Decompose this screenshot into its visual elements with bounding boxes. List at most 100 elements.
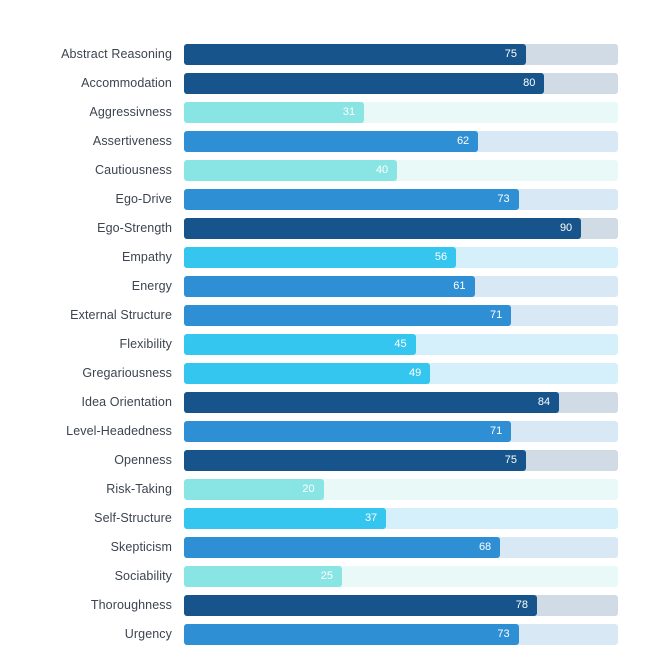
bar-fill: 31: [184, 102, 365, 123]
bar-chart: Abstract Reasoning 75 Accommodation 80 Aggre…: [0, 0, 650, 670]
bar-fill: 68: [184, 537, 501, 558]
bar-row-label: Energy: [131, 279, 172, 294]
bar-chart-row: Empathy 56: [0, 243, 650, 272]
bar-value-label: 71: [490, 425, 503, 437]
bar-value-label: 45: [394, 338, 407, 350]
bar-row-label: Skepticism: [110, 540, 172, 555]
bar-fill: 62: [184, 131, 479, 152]
bar-track-wrapper: 75: [184, 44, 618, 65]
bar-row-label: Abstract Reasoning: [61, 47, 172, 62]
bar-track-wrapper: 75: [184, 450, 618, 471]
bar-track-wrapper: 68: [184, 537, 618, 558]
bar-chart-rows: Abstract Reasoning 75 Accommodation 80 Aggre…: [0, 40, 650, 649]
bar-chart-row: Gregariousness 49: [0, 359, 650, 388]
bar-row-label: Accommodation: [81, 76, 172, 91]
bar-track-wrapper: 90: [184, 218, 618, 239]
bar-row-label: Gregariousness: [82, 366, 172, 381]
bar-track-wrapper: 31: [184, 102, 618, 123]
bar-chart-row: Skepticism 68: [0, 533, 650, 562]
bar-value-label: 73: [497, 628, 510, 640]
bar-fill: 45: [184, 334, 416, 355]
bar-track-wrapper: 73: [184, 624, 618, 645]
bar-value-label: 75: [504, 48, 517, 60]
bar-track-wrapper: 80: [184, 73, 618, 94]
bar-value-label: 84: [537, 396, 551, 408]
bar-value-label: 73: [497, 193, 510, 205]
bar-value-label: 78: [515, 599, 528, 611]
bar-fill: 61: [184, 276, 475, 297]
bar-fill: 78: [184, 595, 537, 616]
bar-value-label: 71: [490, 309, 503, 321]
bar-chart-row: Thoroughness 78: [0, 591, 650, 620]
bar-chart-row: Aggressivness 31: [0, 98, 650, 127]
bar-fill: 56: [184, 247, 457, 268]
bar-track-wrapper: 73: [184, 189, 618, 210]
bar-chart-row: Accommodation 80: [0, 69, 650, 98]
bar-track-wrapper: 84: [184, 392, 618, 413]
bar-value-label: 25: [320, 570, 333, 582]
bar-value-label: 68: [478, 541, 492, 553]
bar-row-label: Empathy: [121, 250, 172, 265]
bar-fill: 80: [184, 73, 545, 94]
bar-value-label: 56: [434, 251, 448, 263]
bar-value-label: 31: [342, 106, 356, 118]
bar-chart-row: Assertiveness 62: [0, 127, 650, 156]
bar-chart-row: Risk-Taking 20: [0, 475, 650, 504]
bar-chart-row: Flexibility 45: [0, 330, 650, 359]
bar-track-wrapper: 20: [184, 479, 618, 500]
bar-track-wrapper: 62: [184, 131, 618, 152]
bar-value-label: 90: [559, 222, 573, 234]
bar-fill: 75: [184, 44, 526, 65]
bar-track-wrapper: 61: [184, 276, 618, 297]
bar-fill: 37: [184, 508, 387, 529]
bar-value-label: 49: [409, 367, 422, 379]
bar-value-label: 37: [364, 512, 378, 524]
bar-row-label: Risk-Taking: [106, 482, 172, 497]
bar-value-label: 20: [302, 483, 315, 495]
bar-chart-row: Ego-Strength 90: [0, 214, 650, 243]
bar-track-wrapper: 45: [184, 334, 618, 355]
bar-value-label: 40: [375, 164, 389, 176]
bar-row-label: Self-Structure: [94, 511, 172, 526]
bar-chart-row: Idea Orientation 84: [0, 388, 650, 417]
bar-fill: 73: [184, 189, 519, 210]
bar-fill: 71: [184, 305, 512, 326]
bar-row-label: Urgency: [124, 627, 172, 642]
bar-row-label: Idea Orientation: [81, 395, 172, 410]
bar-chart-row: Energy 61: [0, 272, 650, 301]
bar-chart-row: Openness 75: [0, 446, 650, 475]
bar-fill: 40: [184, 160, 398, 181]
bar-row-label: Sociability: [114, 569, 172, 584]
bar-row-label: Cautiousness: [95, 163, 172, 178]
bar-track-wrapper: 25: [184, 566, 618, 587]
bar-track-wrapper: 56: [184, 247, 618, 268]
bar-fill: 73: [184, 624, 519, 645]
bar-chart-row: Urgency 73: [0, 620, 650, 649]
bar-value-label: 75: [504, 454, 517, 466]
bar-fill: 25: [184, 566, 342, 587]
bar-fill: 75: [184, 450, 526, 471]
bar-track-wrapper: 37: [184, 508, 618, 529]
bar-row-label: Aggressivness: [89, 105, 172, 120]
bar-value-label: 62: [456, 135, 470, 147]
bar-track-wrapper: 78: [184, 595, 618, 616]
bar-fill: 71: [184, 421, 512, 442]
bar-chart-row: External Structure 71: [0, 301, 650, 330]
bar-row-label: External Structure: [70, 308, 172, 323]
bar-value-label: 61: [453, 280, 466, 292]
bar-row-label: Assertiveness: [92, 134, 172, 149]
bar-track-wrapper: 71: [184, 305, 618, 326]
bar-chart-row: Abstract Reasoning 75: [0, 40, 650, 69]
bar-chart-row: Sociability 25: [0, 562, 650, 591]
bar-fill: 90: [184, 218, 582, 239]
bar-row-label: Level-Headedness: [66, 424, 172, 439]
bar-row-label: Flexibility: [119, 337, 172, 352]
bar-track-wrapper: 71: [184, 421, 618, 442]
bar-row-label: Openness: [114, 453, 172, 468]
bar-fill: 49: [184, 363, 431, 384]
bar-chart-row: Level-Headedness 71: [0, 417, 650, 446]
bar-fill: 20: [184, 479, 324, 500]
bar-value-label: 80: [523, 77, 536, 89]
bar-row-label: Thoroughness: [90, 598, 172, 613]
bar-chart-row: Ego-Drive 73: [0, 185, 650, 214]
